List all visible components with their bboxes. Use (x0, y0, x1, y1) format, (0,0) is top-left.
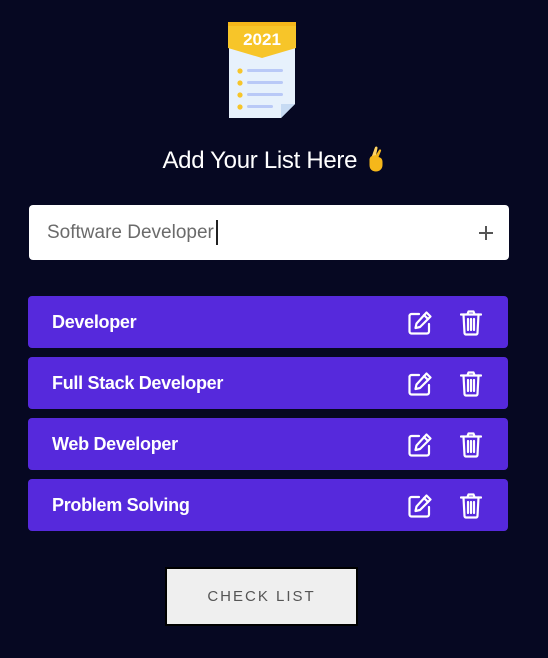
trash-icon[interactable] (459, 310, 483, 336)
list-item: Web Developer (28, 418, 508, 470)
list-item: Full Stack Developer (28, 357, 508, 409)
check-list-button[interactable]: CHECK LIST (165, 567, 358, 626)
list-input-container (29, 205, 509, 260)
page-title-text: Add Your List Here (162, 147, 358, 174)
logo-year: 2021 (243, 30, 281, 49)
todo-list: Developer Full Stack Developer Web Devel… (28, 296, 508, 540)
list-item-label: Web Developer (52, 434, 178, 454)
list-item-input[interactable] (47, 205, 447, 260)
edit-icon[interactable] (407, 493, 433, 519)
trash-icon[interactable] (459, 371, 483, 397)
crossed-fingers-icon (366, 146, 386, 172)
list-item-label: Developer (52, 312, 137, 332)
edit-icon[interactable] (407, 310, 433, 336)
edit-icon[interactable] (407, 371, 433, 397)
page-title: Add Your List Here (0, 146, 548, 175)
list-item: Problem Solving (28, 479, 508, 531)
plus-icon[interactable] (475, 222, 497, 244)
edit-icon[interactable] (407, 432, 433, 458)
checklist-icon: 2021 (226, 22, 298, 120)
trash-icon[interactable] (459, 432, 483, 458)
list-item: Developer (28, 296, 508, 348)
list-item-label: Full Stack Developer (52, 373, 224, 393)
trash-icon[interactable] (459, 493, 483, 519)
text-caret (216, 220, 218, 245)
list-item-label: Problem Solving (52, 495, 190, 515)
